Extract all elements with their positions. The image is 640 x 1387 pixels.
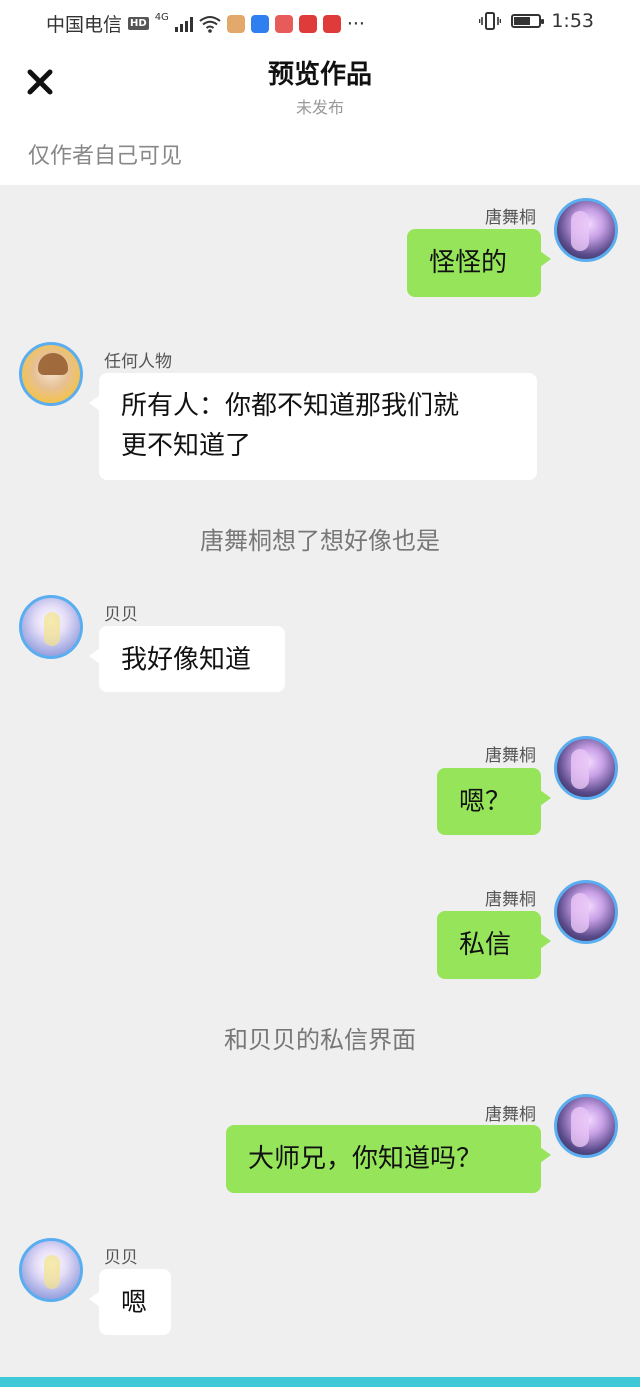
visibility-note: 仅作者自己可见 xyxy=(28,144,183,169)
system-message: 唐舞桐想了想好像也是 xyxy=(200,527,440,555)
sender-name: 唐舞桐 xyxy=(485,208,536,228)
message-bubble[interactable]: 我好像知道 xyxy=(89,626,285,692)
avatar-tang-wutong[interactable] xyxy=(554,880,618,944)
avatar-tang-wutong[interactable] xyxy=(554,198,618,262)
vibrate-icon xyxy=(479,12,502,30)
more-notifications-icon: ··· xyxy=(346,12,365,35)
sender-name: 唐舞桐 xyxy=(485,1105,536,1125)
message-bubble[interactable]: 私信 xyxy=(437,911,551,979)
message-bubble[interactable]: 怪怪的 xyxy=(407,229,551,297)
message-line: 所有人：你都不知道那我们就 xyxy=(121,391,460,421)
battery-icon xyxy=(511,14,545,28)
message-bubble[interactable]: 大师兄，你知道吗？ xyxy=(226,1125,551,1193)
status-left: 中国电信 HD 4G ··· xyxy=(46,10,365,37)
heart-app-icon xyxy=(298,14,317,33)
avatar-tang-wutong[interactable] xyxy=(554,736,618,800)
carrier-label: 中国电信 xyxy=(46,14,123,36)
sender-name: 任何人物 xyxy=(104,352,172,372)
avatar-any-character[interactable] xyxy=(19,342,83,406)
message-bubble[interactable]: 所有人：你都不知道那我们就 更不知道了 xyxy=(89,373,537,480)
message-bubble[interactable]: 嗯？ xyxy=(437,768,551,835)
status-bar: 中国电信 HD 4G ··· 1:53 xyxy=(0,0,640,44)
avatar-beibei[interactable] xyxy=(19,595,83,659)
sender-name: 唐舞桐 xyxy=(485,746,536,766)
network-type: 4G xyxy=(154,12,169,23)
sender-name: 贝贝 xyxy=(104,1248,138,1268)
publish-status: 未发布 xyxy=(295,98,344,117)
bottom-accent-bar xyxy=(0,1377,640,1387)
bulb-app-icon xyxy=(250,14,269,33)
huawei-app-icon xyxy=(274,14,293,33)
heart-app-icon-2 xyxy=(322,14,341,33)
chat-area[interactable]: 唐舞桐 怪怪的 任何人物 所有人：你都不知道那我们就 更不知道了 唐舞桐想了想好… xyxy=(0,185,640,1377)
message-line: 更不知道了 xyxy=(121,431,252,461)
message-app-icon xyxy=(226,14,245,33)
message-bubble[interactable]: 嗯 xyxy=(89,1269,171,1335)
header: 预览作品 未发布 xyxy=(0,44,640,134)
clock: 1:53 xyxy=(551,10,594,32)
page-title: 预览作品 xyxy=(267,60,372,90)
sender-name: 唐舞桐 xyxy=(485,890,536,910)
status-right: 1:53 xyxy=(479,10,594,32)
avatar-tang-wutong[interactable] xyxy=(554,1094,618,1158)
sender-name: 贝贝 xyxy=(104,605,138,625)
avatar-beibei[interactable] xyxy=(19,1238,83,1302)
system-message: 和贝贝的私信界面 xyxy=(224,1026,416,1054)
signal-icon xyxy=(174,16,193,32)
hd-icon: HD xyxy=(128,17,149,30)
wifi-icon xyxy=(199,15,221,33)
